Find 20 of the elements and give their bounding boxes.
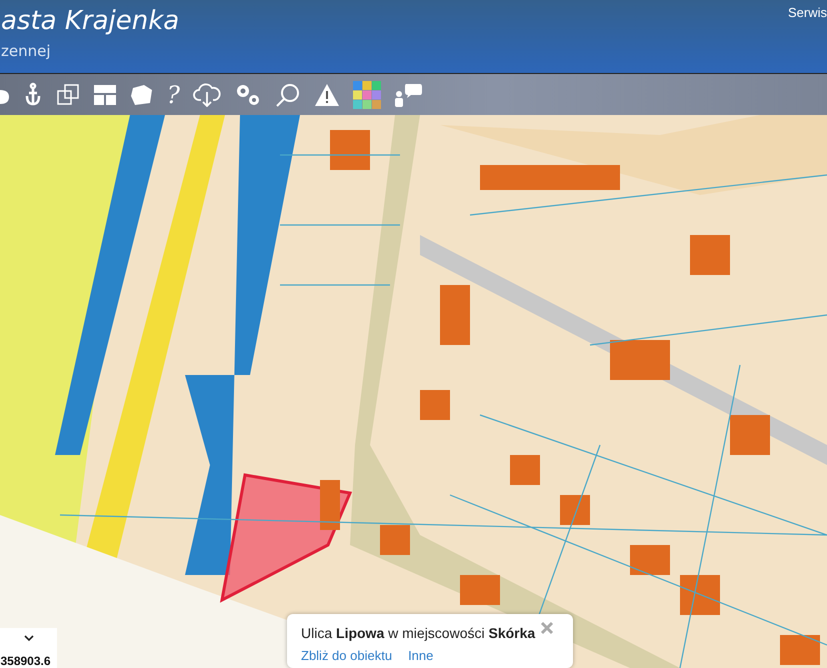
map-drawing[interactable]: [0, 115, 827, 668]
user-chat-icon[interactable]: [394, 82, 422, 108]
copy-icon[interactable]: [56, 82, 80, 106]
site-subtitle: zennej: [1, 42, 52, 60]
zoom-icon[interactable]: [274, 82, 301, 108]
popup-text: Ulica Lipowa w miejscowości Skórka: [301, 625, 536, 641]
popup-link[interactable]: Inne: [408, 648, 434, 663]
close-icon[interactable]: [539, 620, 555, 636]
site-title: asta Krajenka: [1, 5, 180, 38]
service-link[interactable]: Serwis: [788, 0, 827, 73]
popup-link[interactable]: Zbliż do obiektu: [301, 648, 392, 663]
coordinate-value: 358903.6: [0, 654, 51, 668]
color-palette-icon[interactable]: [352, 80, 381, 108]
polygon-icon[interactable]: [130, 84, 154, 106]
help-button[interactable]: ?: [167, 80, 180, 108]
chevron-down-icon[interactable]: [22, 634, 34, 642]
warning-icon[interactable]: [314, 82, 340, 106]
anchor-icon[interactable]: [23, 82, 43, 108]
cloud-download-icon[interactable]: [192, 82, 221, 106]
layout-icon[interactable]: [93, 84, 117, 106]
